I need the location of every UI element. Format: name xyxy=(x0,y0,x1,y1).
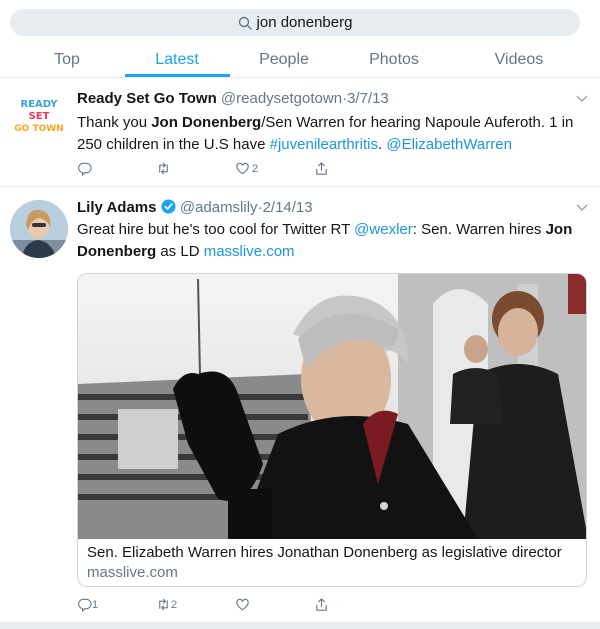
tweet[interactable]: READY SET GO TOWN Ready Set Go Town @rea… xyxy=(0,79,600,187)
like-button[interactable] xyxy=(235,597,250,612)
user-handle[interactable]: @readysetgotown xyxy=(221,90,342,107)
tweet-text-bold: Jon Donenberg xyxy=(151,114,262,131)
tweet-date[interactable]: 2/14/13 xyxy=(263,199,313,216)
reply-count: 1 xyxy=(92,598,99,611)
avatar-logo-text-set: SET xyxy=(28,111,50,122)
search-input[interactable]: jon donenberg xyxy=(10,9,580,36)
tweet-date[interactable]: 3/7/13 xyxy=(347,90,389,107)
user-handle[interactable]: @adamslily xyxy=(180,199,258,216)
tweet-text-part: : Sen. Warren hires xyxy=(412,221,546,238)
retweet-button[interactable] xyxy=(156,161,171,176)
tab-people[interactable]: People xyxy=(244,42,324,78)
avatar-photo xyxy=(10,200,68,258)
card-image xyxy=(78,274,586,539)
reply-icon xyxy=(78,162,92,176)
tweet-actions: 1 2 xyxy=(77,597,377,617)
tweet-text-part: 250 children in the U.S have xyxy=(77,136,270,153)
tweet-text: Great hire but he's too cool for Twitter… xyxy=(77,219,587,263)
reply-icon xyxy=(78,598,92,612)
avatar-logo-text-gotown: GO TOWN xyxy=(14,124,64,134)
retweet-button[interactable]: 2 xyxy=(156,597,177,612)
search-tabs: Top Latest People Photos Videos xyxy=(0,42,600,78)
avatar[interactable] xyxy=(10,200,68,258)
tweet[interactable]: Lily Adams @adamslily·2/14/13 Great hire… xyxy=(0,187,600,622)
display-name[interactable]: Ready Set Go Town xyxy=(77,90,217,107)
tweet-header: Lily Adams @adamslily·2/14/13 xyxy=(77,199,313,216)
like-count: 2 xyxy=(252,162,259,175)
like-button[interactable]: 2 xyxy=(235,161,258,176)
card-title[interactable]: Sen. Elizabeth Warren hires Jonathan Don… xyxy=(87,544,562,561)
share-icon xyxy=(316,162,327,175)
retweet-count: 2 xyxy=(171,598,178,611)
share-button[interactable] xyxy=(314,161,329,176)
heart-icon xyxy=(236,162,249,175)
tweet-text-part: Great hire but he's too cool for Twitter… xyxy=(77,221,355,238)
tab-latest[interactable]: Latest xyxy=(137,42,217,78)
reply-button[interactable]: 1 xyxy=(77,597,98,612)
tab-top[interactable]: Top xyxy=(27,42,107,78)
share-icon xyxy=(316,598,327,611)
tab-photos[interactable]: Photos xyxy=(354,42,434,78)
reply-button[interactable] xyxy=(77,161,92,176)
chevron-down-icon[interactable] xyxy=(576,204,588,212)
share-button[interactable] xyxy=(314,597,329,612)
tweet-text-part: Thank you xyxy=(77,114,152,131)
avatar[interactable]: READY SET GO TOWN xyxy=(10,93,68,151)
mention-link[interactable]: @ElizabethWarren xyxy=(386,136,512,153)
heart-icon xyxy=(236,598,249,611)
tweet-text-bold: Jon xyxy=(545,221,573,238)
tweet-text-part: /Sen Warren for hearing Napoule Auferoth… xyxy=(261,114,574,131)
url-link[interactable]: masslive.com xyxy=(204,243,295,260)
active-tab-indicator xyxy=(125,74,230,77)
retweet-icon xyxy=(159,598,168,611)
link-preview-card[interactable]: Sen. Elizabeth Warren hires Jonathan Don… xyxy=(77,273,587,587)
display-name[interactable]: Lily Adams xyxy=(77,199,156,216)
tweet-text: Thank you Jon Donenberg/Sen Warren for h… xyxy=(77,112,587,156)
search-query: jon donenberg xyxy=(256,14,353,31)
tweet-header: Ready Set Go Town @readysetgotown·3/7/13 xyxy=(77,90,389,107)
search-header: jon donenberg xyxy=(0,0,600,42)
search-icon xyxy=(238,16,252,30)
verified-badge-icon xyxy=(161,199,176,214)
tweet-actions: 2 xyxy=(77,161,377,181)
tweet-text-part: as LD xyxy=(156,243,204,260)
tweet-text-bold: Donenberg xyxy=(77,243,157,260)
tab-videos[interactable]: Videos xyxy=(479,42,559,78)
card-domain: masslive.com xyxy=(87,564,178,581)
retweet-icon xyxy=(159,162,168,175)
feed-divider xyxy=(0,622,600,629)
avatar-logo-text-ready: READY xyxy=(20,99,58,110)
mention-link[interactable]: @wexler xyxy=(354,221,413,238)
chevron-down-icon[interactable] xyxy=(576,95,588,103)
hashtag-link[interactable]: #juvenilearthritis xyxy=(270,136,378,153)
